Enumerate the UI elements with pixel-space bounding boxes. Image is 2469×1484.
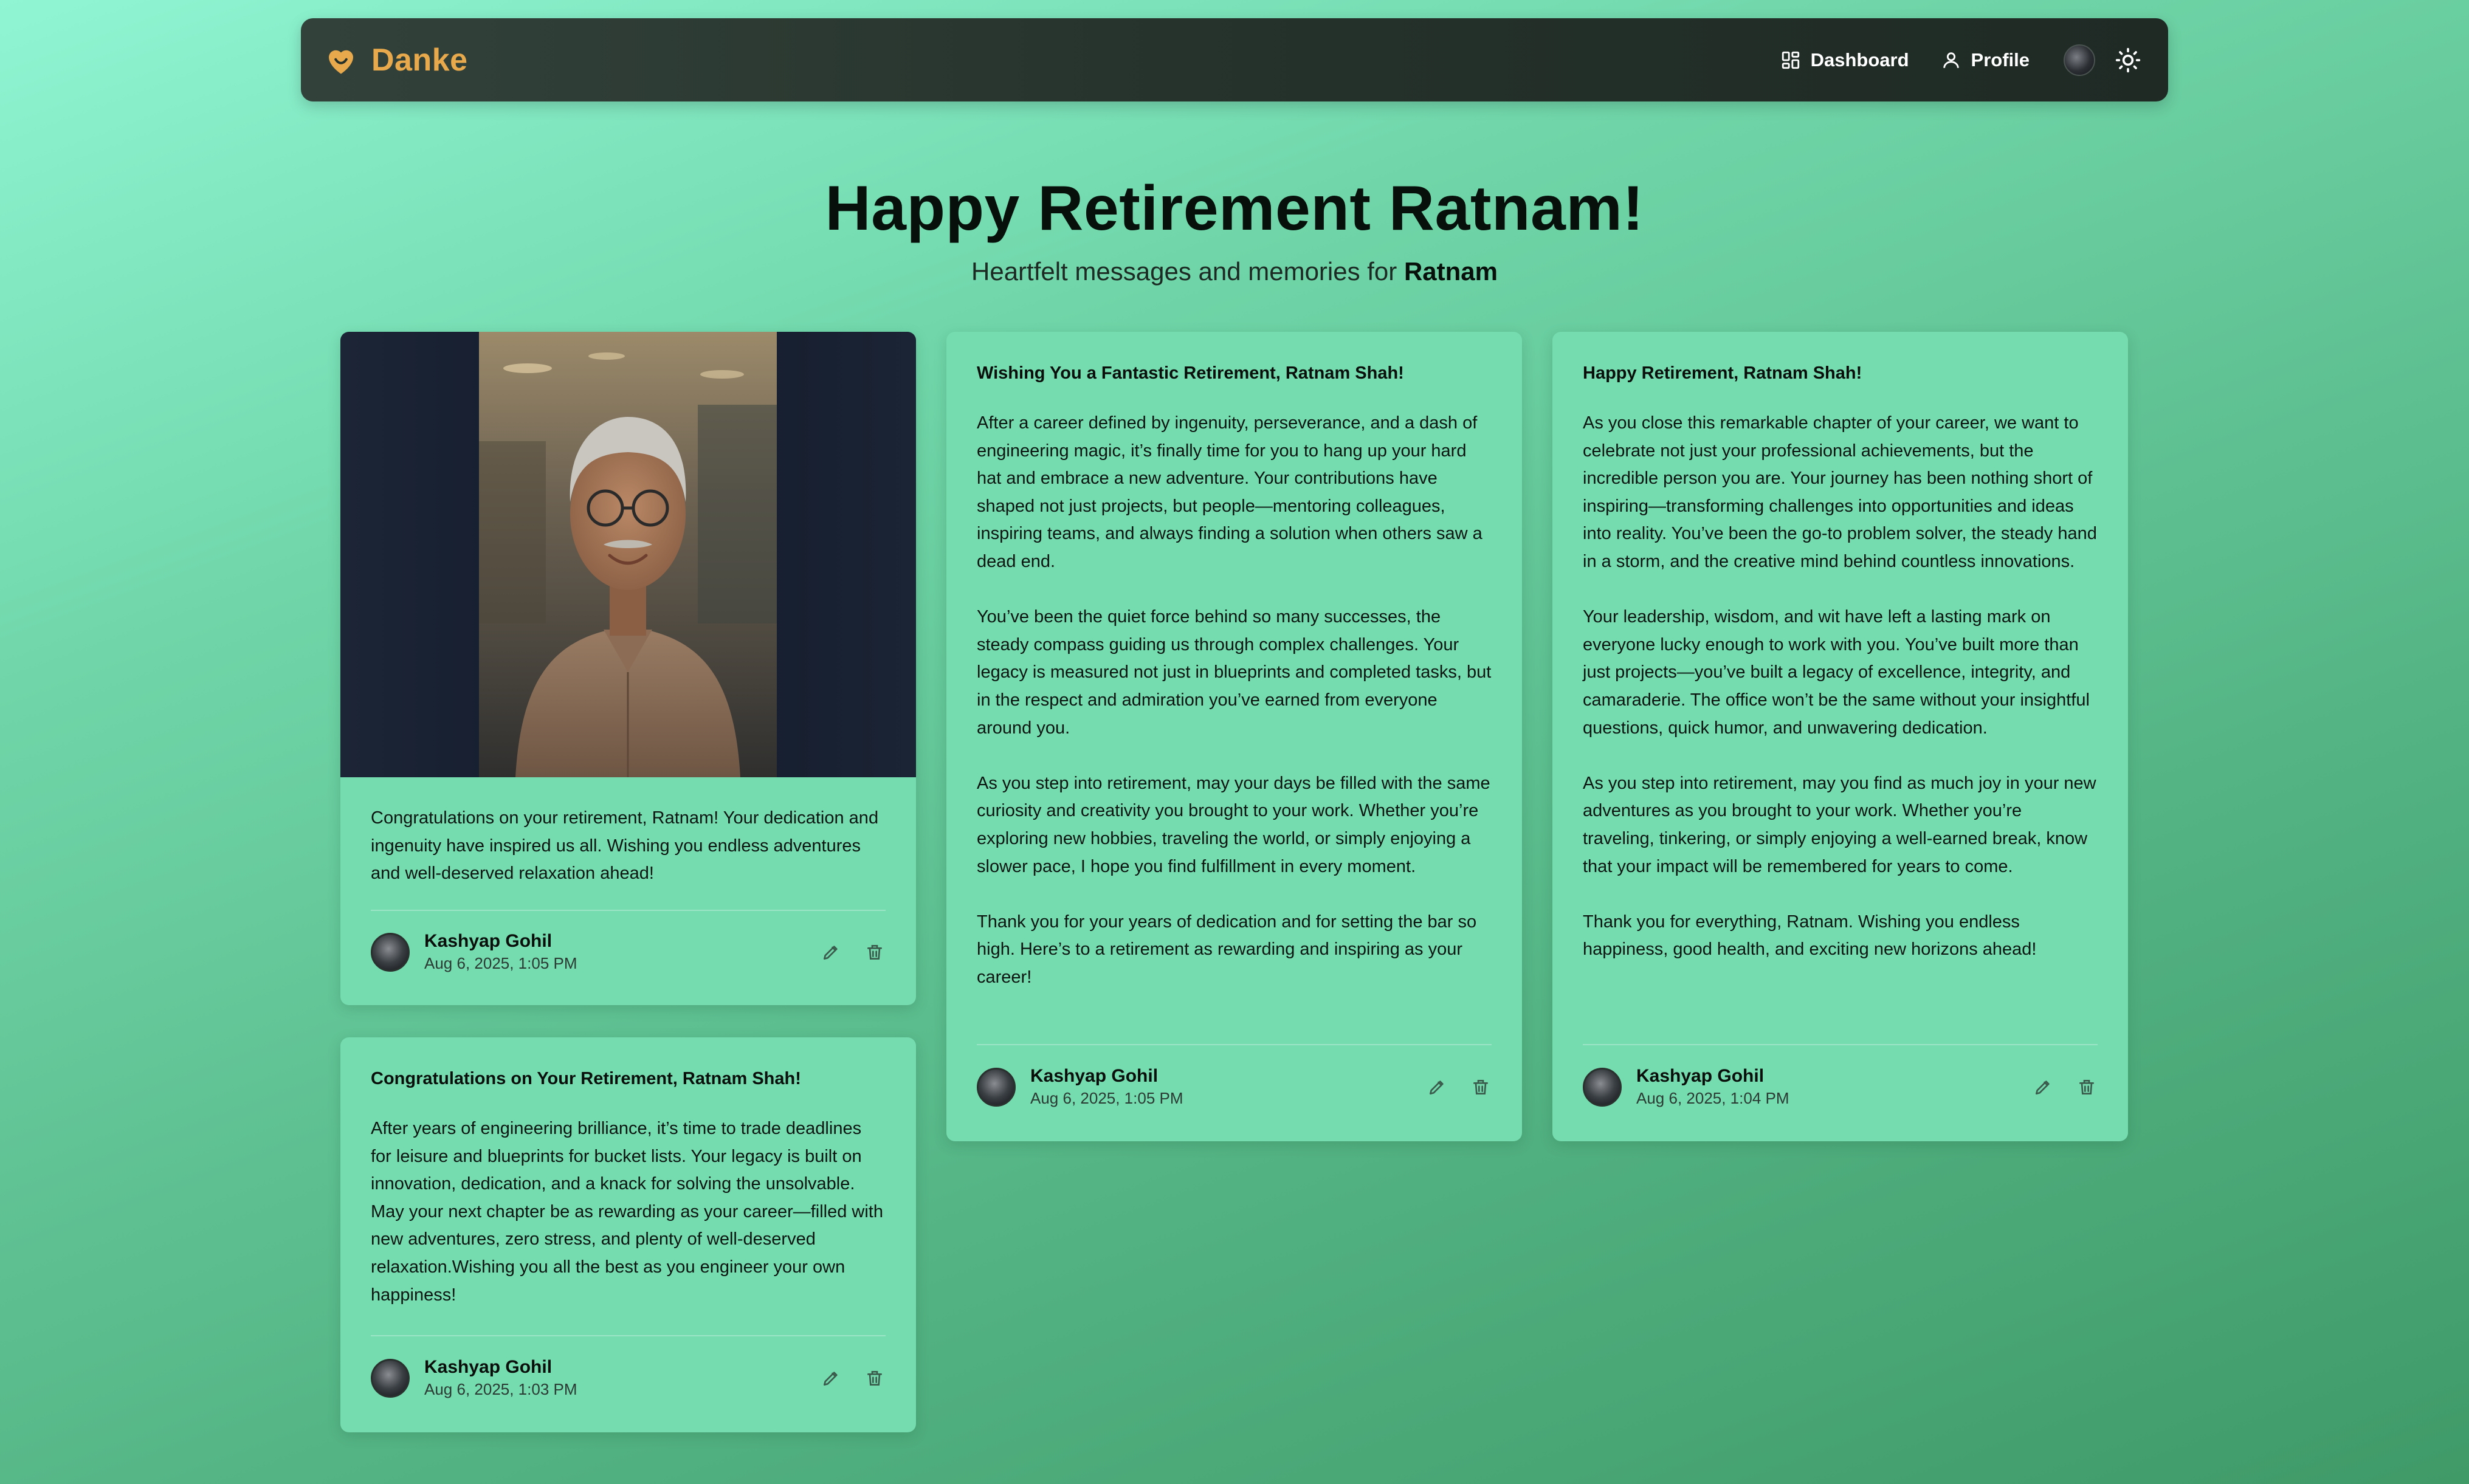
card-actions xyxy=(2032,1076,2098,1098)
message-card: Happy Retirement, Ratnam Shah! As you cl… xyxy=(1552,332,2128,1141)
card-paragraph: Your leadership, wisdom, and wit have le… xyxy=(1583,607,2090,738)
author-avatar xyxy=(977,1067,1016,1107)
post-date: Aug 6, 2025, 1:05 PM xyxy=(424,954,577,972)
edit-button[interactable] xyxy=(2032,1076,2054,1098)
card-divider xyxy=(977,1044,1492,1045)
delete-icon xyxy=(2079,1079,2094,1094)
card-divider xyxy=(371,910,886,911)
message-card: Congratulations on your retirement, Ratn… xyxy=(340,332,916,1005)
message-card: Wishing You a Fantastic Retirement, Ratn… xyxy=(946,332,1522,1141)
card-paragraph: Congratulations on your retirement, Ratn… xyxy=(371,808,879,884)
brand-link[interactable]: Danke xyxy=(323,42,468,78)
card-message: After a career defined by ingenuity, per… xyxy=(977,410,1492,991)
page-title: Happy Retirement Ratnam! xyxy=(825,173,1644,244)
edit-icon xyxy=(824,1371,838,1386)
edit-icon xyxy=(2036,1080,2050,1094)
dashboard-icon xyxy=(1782,51,1799,69)
card-title: Congratulations on Your Retirement, Ratn… xyxy=(371,1069,801,1088)
author-avatar xyxy=(1583,1067,1622,1107)
delete-icon xyxy=(867,1370,882,1386)
nav-dashboard-label: Dashboard xyxy=(1810,49,1909,70)
author-avatar xyxy=(371,1358,410,1398)
card-paragraph: Thank you for your years of dedication a… xyxy=(977,912,1477,987)
author-info: Kashyap Gohil Aug 6, 2025, 1:04 PM xyxy=(1636,1066,1789,1108)
nav-profile-link[interactable]: Profile xyxy=(1925,41,2045,80)
card-message: As you close this remarkable chapter of … xyxy=(1583,410,2098,964)
user-avatar[interactable] xyxy=(2064,44,2095,76)
delete-button[interactable] xyxy=(864,941,886,963)
card-actions xyxy=(1426,1076,1492,1098)
delete-button[interactable] xyxy=(2076,1076,2098,1098)
retiree-portrait-image xyxy=(479,332,777,777)
delete-icon xyxy=(1473,1079,1488,1094)
nav-dashboard-link[interactable]: Dashboard xyxy=(1765,41,1925,80)
author-name: Kashyap Gohil xyxy=(424,931,553,951)
card-paragraph: You’ve been the quiet force behind so ma… xyxy=(977,607,1492,738)
nav-profile-label: Profile xyxy=(1971,49,2030,70)
card-body: Happy Retirement, Ratnam Shah! As you cl… xyxy=(1552,363,2128,964)
author-name: Kashyap Gohil xyxy=(424,1357,553,1377)
card-divider xyxy=(371,1335,886,1336)
page-subtitle: Heartfelt messages and memories for Ratn… xyxy=(0,257,2469,286)
card-paragraph: As you step into retirement, may your da… xyxy=(977,773,1490,876)
card-actions xyxy=(820,1367,886,1389)
heart-icon xyxy=(329,50,353,74)
card-message: Congratulations on your retirement, Ratn… xyxy=(371,805,886,888)
edit-icon xyxy=(1430,1080,1444,1094)
retiree-photo[interactable] xyxy=(479,332,777,777)
brand-name: Danke xyxy=(371,42,468,78)
card-paragraph: As you close this remarkable chapter of … xyxy=(1583,413,2097,571)
edit-icon xyxy=(824,945,838,960)
card-footer: Kashyap Gohil Aug 6, 2025, 1:05 PM xyxy=(946,1066,1522,1108)
card-paragraph: Thank you for everything, Ratnam. Wishin… xyxy=(1583,912,2037,960)
card-body: Congratulations on your retirement, Ratn… xyxy=(340,805,916,888)
card-body: Wishing You a Fantastic Retirement, Ratn… xyxy=(946,363,1522,991)
delete-icon xyxy=(867,944,882,960)
navbar: Danke Dashboard Profile xyxy=(301,18,2168,101)
card-title: Happy Retirement, Ratnam Shah! xyxy=(1583,363,1862,383)
post-date: Aug 6, 2025, 1:04 PM xyxy=(1636,1089,1789,1107)
post-date: Aug 6, 2025, 1:03 PM xyxy=(424,1380,577,1398)
photo-frame xyxy=(340,332,916,777)
post-date: Aug 6, 2025, 1:05 PM xyxy=(1030,1089,1183,1107)
theme-toggle-button[interactable] xyxy=(2113,46,2143,75)
author-info: Kashyap Gohil Aug 6, 2025, 1:05 PM xyxy=(1030,1066,1183,1108)
card-message: After years of engineering brilliance, i… xyxy=(371,1115,886,1309)
profile-icon xyxy=(1943,52,1959,68)
card-paragraph: After a career defined by ingenuity, per… xyxy=(977,413,1482,571)
sun-icon xyxy=(2115,47,2141,72)
card-paragraph: After years of engineering brilliance, i… xyxy=(371,1119,883,1305)
card-title: Wishing You a Fantastic Retirement, Ratn… xyxy=(977,363,1404,383)
edit-button[interactable] xyxy=(820,941,842,963)
card-footer: Kashyap Gohil Aug 6, 2025, 1:04 PM xyxy=(1552,1066,2128,1108)
card-divider xyxy=(1583,1044,2098,1045)
author-info: Kashyap Gohil Aug 6, 2025, 1:03 PM xyxy=(424,1357,577,1399)
card-body: Congratulations on Your Retirement, Ratn… xyxy=(340,1069,916,1309)
message-card: Congratulations on Your Retirement, Ratn… xyxy=(340,1037,916,1432)
nav-right: Dashboard Profile xyxy=(1765,41,2146,80)
card-paragraph: As you step into retirement, may you fin… xyxy=(1583,773,2096,876)
author-info: Kashyap Gohil Aug 6, 2025, 1:05 PM xyxy=(424,931,577,973)
delete-button[interactable] xyxy=(1470,1076,1492,1098)
subtitle-name: Ratnam xyxy=(1403,257,1498,286)
author-name: Kashyap Gohil xyxy=(1030,1066,1159,1086)
subtitle-prefix: Heartfelt messages and memories for xyxy=(971,257,1404,286)
edit-button[interactable] xyxy=(1426,1076,1448,1098)
author-avatar xyxy=(371,932,410,972)
card-footer: Kashyap Gohil Aug 6, 2025, 1:03 PM xyxy=(340,1357,916,1399)
author-name: Kashyap Gohil xyxy=(1636,1066,1765,1086)
card-actions xyxy=(820,941,886,963)
edit-button[interactable] xyxy=(820,1367,842,1389)
card-footer: Kashyap Gohil Aug 6, 2025, 1:05 PM xyxy=(340,931,916,973)
delete-button[interactable] xyxy=(864,1367,886,1389)
